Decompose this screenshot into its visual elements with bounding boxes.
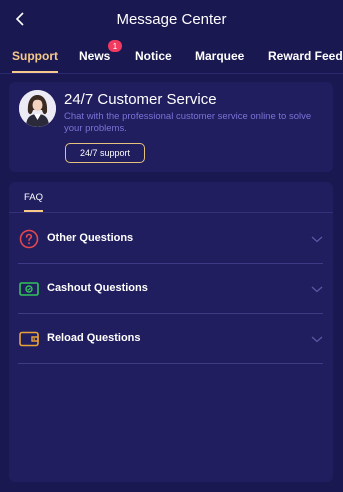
- tab-marquee[interactable]: Marquee: [195, 38, 244, 73]
- faq-item-cashout-questions[interactable]: Cashout Questions: [18, 264, 323, 314]
- faq-item-label: Reload Questions: [47, 332, 141, 344]
- tab-support[interactable]: Support: [12, 38, 58, 73]
- faq-tab-bar: FAQ: [9, 182, 333, 213]
- wallet-icon: [19, 331, 39, 347]
- news-unread-badge: 1: [108, 40, 122, 52]
- tab-notice-label: Notice: [135, 48, 172, 63]
- tab-news-label: News: [79, 48, 111, 63]
- tab-reward-feedback[interactable]: Reward Feedb: [268, 38, 343, 73]
- active-tab-indicator: [12, 71, 58, 73]
- tab-notice[interactable]: Notice: [135, 38, 172, 73]
- tab-news[interactable]: News: [79, 38, 110, 73]
- support-chat-button[interactable]: 24/7 support: [65, 143, 145, 163]
- tab-reward-feedback-label: Reward Feedb: [268, 48, 343, 63]
- agent-avatar: [19, 90, 56, 127]
- tab-faq[interactable]: FAQ: [24, 182, 44, 212]
- tab-faq-label: FAQ: [24, 191, 44, 203]
- customer-service-card: 24/7 Customer Service Chat with the prof…: [9, 82, 333, 172]
- top-bar: Message Center: [0, 0, 343, 38]
- question-circle-icon: [19, 229, 39, 249]
- page-title: Message Center: [116, 10, 227, 28]
- chevron-down-icon: [311, 336, 323, 343]
- tab-marquee-label: Marquee: [195, 48, 245, 63]
- faq-item-label: Other Questions: [47, 232, 134, 244]
- customer-service-description: Chat with the professional customer serv…: [64, 111, 312, 134]
- faq-card: FAQ Other Questions Cashout Questions Re…: [9, 182, 333, 482]
- chevron-left-icon: [15, 12, 24, 26]
- faq-item-other-questions[interactable]: Other Questions: [18, 214, 323, 264]
- back-button[interactable]: [8, 7, 32, 31]
- chevron-down-icon: [311, 286, 323, 293]
- tab-bar: Support News 1 Notice Marquee Reward Fee…: [0, 38, 343, 74]
- active-tab-indicator: [24, 210, 44, 212]
- agent-avatar-icon: [19, 90, 56, 127]
- customer-service-title: 24/7 Customer Service: [64, 91, 217, 108]
- faq-item-label: Cashout Questions: [47, 282, 148, 294]
- faq-item-reload-questions[interactable]: Reload Questions: [18, 314, 323, 364]
- chevron-down-icon: [311, 236, 323, 243]
- cash-icon: [19, 282, 39, 296]
- tab-support-label: Support: [12, 48, 58, 63]
